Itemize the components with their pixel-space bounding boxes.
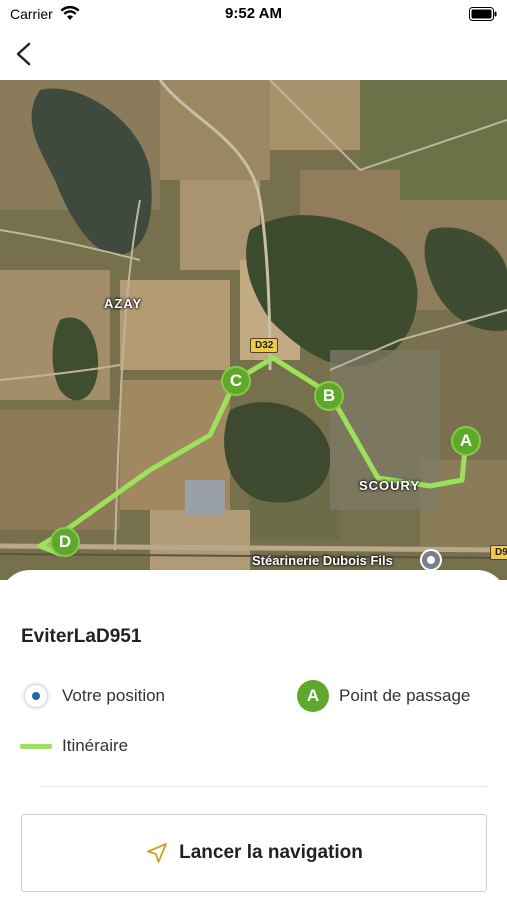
legend-route: Itinéraire	[20, 736, 128, 756]
map-label-stearinerie: Stéarinerie Dubois Fils	[252, 553, 393, 568]
waypoint-d[interactable]: D	[50, 527, 80, 557]
waypoint-c[interactable]: C	[221, 366, 251, 396]
waypoint-a[interactable]: A	[451, 426, 481, 456]
route-line-icon	[20, 743, 52, 749]
legend-waypoint: A Point de passage	[297, 680, 470, 712]
start-navigation-button[interactable]: Lancer la navigation	[21, 814, 487, 892]
poi-marker-icon[interactable]	[420, 549, 442, 571]
legend-route-label: Itinéraire	[62, 736, 129, 755]
battery-icon	[469, 7, 497, 21]
route-details-sheet: EviterLaD951 Votre position A Point de p…	[0, 570, 507, 900]
satellite-map	[0, 80, 507, 580]
navigation-bar	[0, 30, 507, 80]
map-view[interactable]: AZAY SCOURY Stéarinerie Dubois Fils D32 …	[0, 80, 507, 580]
road-badge-d32: D32	[250, 338, 279, 353]
waypoint-b[interactable]: B	[314, 381, 344, 411]
current-position-icon	[25, 685, 47, 707]
back-chevron-icon[interactable]	[10, 38, 40, 70]
waypoint-marker-icon: A	[297, 680, 329, 712]
divider	[40, 786, 487, 787]
map-label-azay: AZAY	[104, 296, 143, 311]
map-label-scoury: SCOURY	[359, 478, 421, 493]
navigation-arrow-icon	[147, 843, 168, 863]
route-name: EviterLaD951	[21, 626, 142, 647]
legend-waypoint-label: Point de passage	[339, 686, 471, 705]
status-time: 9:52 AM	[225, 5, 282, 22]
legend-position: Votre position	[25, 685, 165, 707]
start-navigation-label: Lancer la navigation	[179, 842, 363, 863]
road-badge-d9: D9	[490, 545, 507, 560]
status-bar: Carrier 9:52 AM	[0, 0, 507, 30]
legend-position-label: Votre position	[62, 686, 166, 705]
